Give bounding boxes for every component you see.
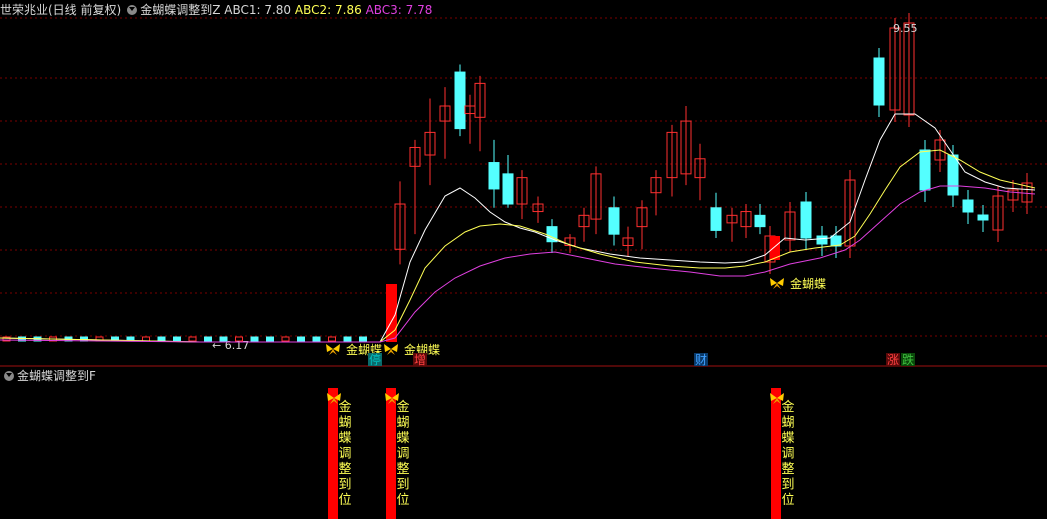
high-price-label: 9.55: [893, 22, 918, 35]
candle-body: [962, 199, 974, 213]
candle-body: [710, 207, 722, 231]
candle-body: [919, 149, 931, 191]
candle-body: [488, 162, 500, 190]
butterfly-icon: [770, 278, 784, 289]
flat-candle: [312, 336, 321, 342]
flat-candle: [343, 336, 352, 342]
signal-label-char: 位: [338, 493, 351, 508]
flat-candle: [157, 336, 166, 342]
signal-label-char: 整: [338, 462, 351, 477]
flat-candle: [188, 336, 197, 342]
signal-label-char: 蝶: [338, 431, 351, 446]
signal-label-char: 调: [338, 447, 351, 462]
candle-body: [546, 226, 558, 243]
signal-label-char: 蝴: [338, 416, 351, 431]
signal-bar: [386, 388, 396, 519]
signal-label-char: 到: [396, 478, 409, 493]
flat-candle: [328, 336, 336, 342]
candle-body: [873, 57, 885, 106]
candle-body: [830, 235, 842, 247]
signal-label-char: 到: [781, 478, 794, 493]
signal-label-char: 金: [781, 399, 794, 415]
low-price-label: ← 6.17: [212, 339, 249, 352]
candle-body: [977, 214, 989, 221]
ma3-line: [0, 185, 1036, 343]
candle-body: [800, 201, 812, 239]
candle-body: [502, 173, 514, 205]
candle-body: [816, 235, 828, 245]
signal-label-char: 调: [781, 447, 794, 462]
event-marker: 停: [369, 352, 381, 367]
ma1-line: [0, 113, 1036, 343]
butterfly-icon: [384, 344, 398, 355]
flat-candle: [359, 336, 367, 342]
signal-bar: [328, 388, 338, 519]
butterfly-label: 金蝴蝶: [790, 276, 826, 291]
butterfly-icon: [326, 344, 340, 355]
signal-bar: [771, 388, 781, 519]
flat-candle: [173, 336, 181, 342]
candle-body: [947, 154, 959, 196]
candle-body: [608, 207, 620, 235]
event-marker: 跌: [902, 352, 914, 367]
event-marker: 财: [695, 353, 707, 367]
flat-candle: [297, 336, 305, 342]
signal-label-char: 蝴: [396, 416, 409, 431]
flat-candle: [250, 336, 259, 342]
signal-label-char: 整: [396, 462, 409, 477]
signal-label-char: 蝶: [781, 431, 794, 446]
signal-label-char: 位: [396, 493, 409, 508]
signal-label-char: 蝴: [781, 416, 794, 431]
signal-label-char: 金: [396, 399, 409, 415]
candle-body: [454, 71, 466, 130]
flat-candle: [281, 336, 290, 342]
flat-candle: [266, 336, 274, 342]
candle-body: [754, 214, 766, 228]
signal-label-char: 金: [338, 399, 351, 415]
signal-label-char: 调: [396, 447, 409, 462]
kline-chart: ← 6.179.55金蝴蝶 金蝴蝶金蝴蝶停增财涨跌金蝴蝶调整到位金蝴蝶调整到位金蝴…: [0, 13, 1047, 519]
signal-label-char: 整: [781, 462, 794, 477]
signal-label-char: 到: [338, 478, 351, 493]
flat-candle: [204, 336, 212, 342]
signal-label-char: 蝶: [396, 431, 409, 446]
event-marker: 增: [414, 353, 426, 367]
event-marker: 涨: [887, 352, 899, 367]
signal-label-char: 位: [781, 493, 794, 508]
